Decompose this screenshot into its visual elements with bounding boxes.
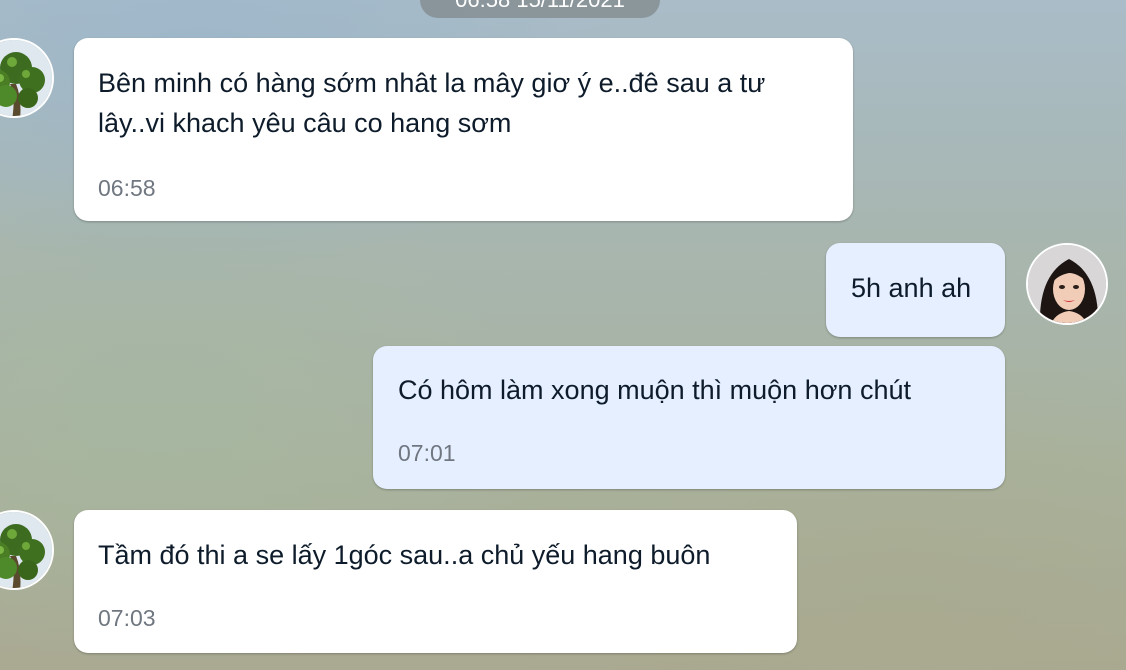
message-text: Bên minh có hàng sớm nhât la mây giơ ý e… <box>98 68 766 138</box>
woman-portrait-avatar-icon <box>1028 245 1106 323</box>
message-timestamp: 06:58 <box>98 175 156 201</box>
message-timestamp: 07:03 <box>98 605 156 631</box>
message-bubble-outgoing[interactable]: 5h anh ah <box>826 243 1005 337</box>
message-text: Có hôm làm xong muộn thì muộn hơn chút <box>398 375 911 405</box>
message-bubble-outgoing[interactable]: Có hôm làm xong muộn thì muộn hơn chút 0… <box>373 346 1005 489</box>
message-text: 5h anh ah <box>851 273 972 303</box>
contact-avatar[interactable] <box>0 38 54 118</box>
contact-avatar[interactable] <box>0 510 54 590</box>
self-avatar[interactable] <box>1026 243 1108 325</box>
date-divider: 06:58 15/11/2021 <box>420 0 660 18</box>
message-text: Tầm đó thi a se lấy 1góc sau..a chủ yếu … <box>98 540 711 570</box>
message-timestamp: 07:01 <box>398 440 456 466</box>
bonsai-tree-avatar-icon <box>0 40 52 116</box>
bonsai-tree-avatar-icon <box>0 512 52 588</box>
message-bubble-incoming[interactable]: Bên minh có hàng sớm nhât la mây giơ ý e… <box>74 38 853 221</box>
date-divider-label: 06:58 15/11/2021 <box>455 0 625 12</box>
message-bubble-incoming[interactable]: Tầm đó thi a se lấy 1góc sau..a chủ yếu … <box>74 510 797 653</box>
